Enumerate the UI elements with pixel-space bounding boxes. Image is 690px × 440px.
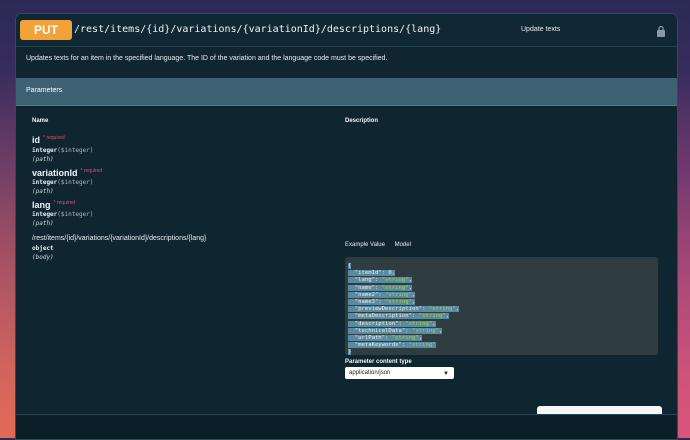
param-type-text: integer xyxy=(32,147,58,154)
required-marker: * required xyxy=(43,135,65,141)
method-badge: PUT xyxy=(20,20,72,40)
param-location: (path) xyxy=(32,188,54,195)
content-type-select[interactable]: application/json ▼ xyxy=(345,367,454,379)
example-value-editor[interactable]: { "itemId": 0, "lang": "string", "name":… xyxy=(345,257,658,356)
required-marker: * required xyxy=(53,200,76,206)
body-param-location: (body) xyxy=(32,254,54,261)
tab-model[interactable]: Model xyxy=(395,242,411,248)
body-param-name: /rest/items/{id}/variations/{variationId… xyxy=(32,235,207,242)
operation-path: /rest/items/{id}/variations/{variationId… xyxy=(74,24,442,35)
param-format: ($integer) xyxy=(57,179,94,186)
param-name-text: id xyxy=(32,135,40,145)
chevron-down-icon: ▼ xyxy=(443,371,449,377)
col-header-description: Description xyxy=(345,118,379,124)
col-header-name: Name xyxy=(32,118,49,124)
param-type-text: integer xyxy=(32,179,58,186)
lock-icon[interactable] xyxy=(656,25,666,37)
execute-button-edge[interactable] xyxy=(537,406,662,414)
parameters-title: Parameters xyxy=(26,87,63,94)
param-format: ($integer) xyxy=(57,147,94,154)
operation-summary: Update texts xyxy=(521,26,561,33)
param-location: (path) xyxy=(32,156,54,163)
param-location: (path) xyxy=(32,220,54,227)
operation-panel: PUT /rest/items/{id}/variations/{variati… xyxy=(15,13,678,440)
example-json: { "itemId": 0, "lang": "string", "name":… xyxy=(348,263,460,356)
content-type-value: application/json xyxy=(349,370,391,376)
operation-description: Updates texts for an item in the specifi… xyxy=(26,55,388,62)
param-format: ($integer) xyxy=(57,211,94,218)
required-marker: * required xyxy=(80,168,103,174)
footer-strip xyxy=(16,414,677,439)
example-tabs: Example Value Model xyxy=(345,242,419,248)
param-name: lang * required xyxy=(32,200,75,210)
param-type: integer($integer) xyxy=(32,211,93,218)
param-name-text: variationId xyxy=(32,168,78,178)
param-type: integer($integer) xyxy=(32,179,93,186)
param-type: integer($integer) xyxy=(32,147,93,154)
body-param-type: object xyxy=(32,245,54,252)
tab-example-value[interactable]: Example Value xyxy=(345,242,385,248)
param-name-text: lang xyxy=(32,200,51,210)
param-name: id * required xyxy=(32,135,65,145)
param-name: variationId * required xyxy=(32,168,102,178)
param-type-text: integer xyxy=(32,211,58,218)
content-type-label: Parameter content type xyxy=(345,359,412,365)
parameters-header: Parameters xyxy=(16,78,677,106)
operation-header[interactable]: PUT /rest/items/{id}/variations/{variati… xyxy=(16,14,677,47)
